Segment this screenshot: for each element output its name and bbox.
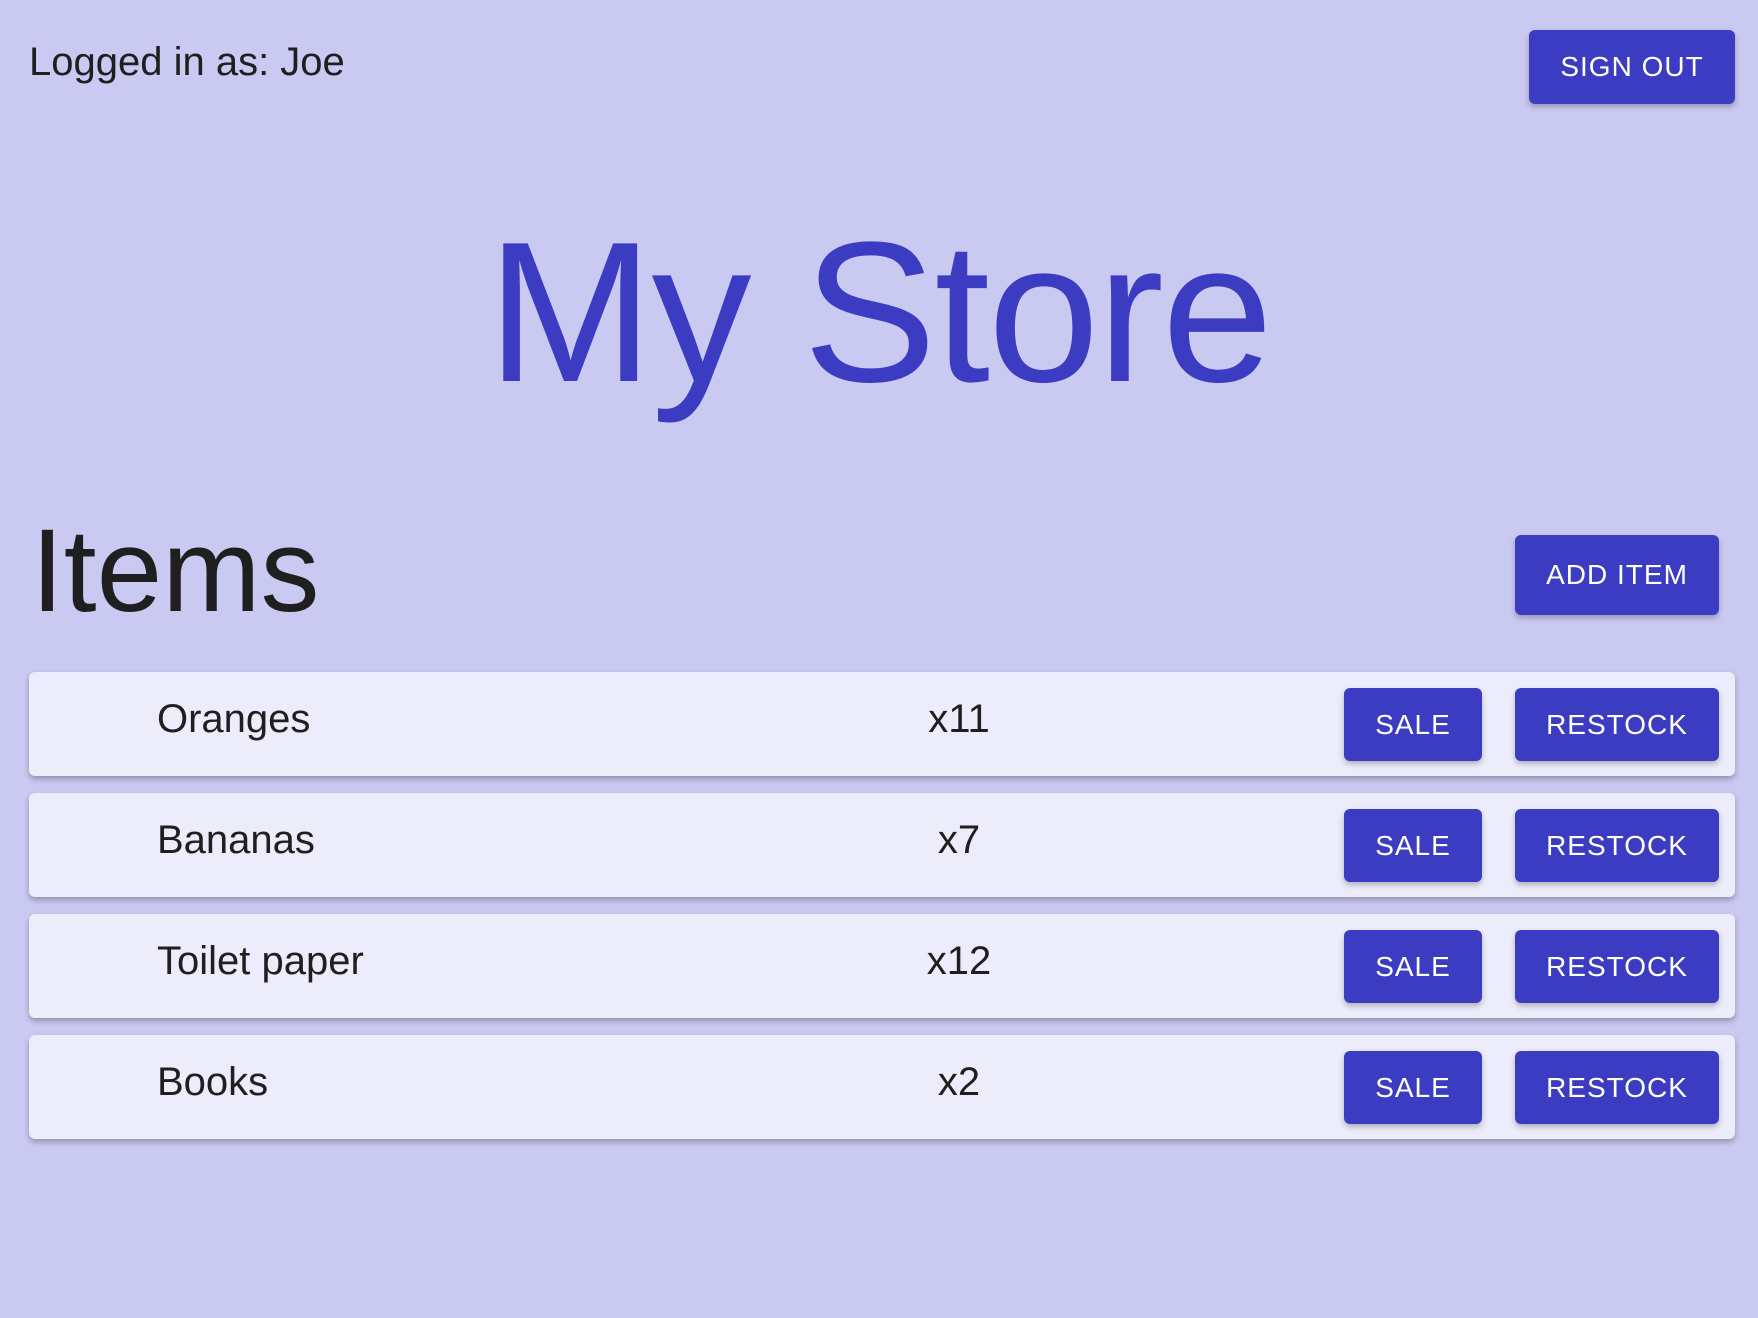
item-row-bananas: Bananas x7 SALE RESTOCK [29,793,1735,897]
item-name: Oranges [157,697,311,741]
sign-out-button[interactable]: SIGN OUT [1529,30,1735,104]
logged-in-label: Logged in as: Joe [29,40,345,84]
add-item-button[interactable]: ADD ITEM [1515,535,1719,615]
top-bar: Logged in as: Joe SIGN OUT [0,0,1758,120]
sale-button[interactable]: SALE [1344,1051,1482,1124]
restock-button[interactable]: RESTOCK [1515,688,1719,761]
item-quantity: x12 [926,939,992,983]
item-quantity: x2 [937,1060,981,1104]
items-list: Oranges x11 SALE RESTOCK Bananas x7 SALE… [29,672,1735,1156]
items-heading: Items [31,505,320,637]
store-title: My Store [486,201,1273,424]
sale-button[interactable]: SALE [1344,688,1482,761]
item-name: Toilet paper [157,939,364,983]
item-quantity: x7 [937,818,981,862]
sale-button[interactable]: SALE [1344,809,1482,882]
item-row-oranges: Oranges x11 SALE RESTOCK [29,672,1735,776]
restock-button[interactable]: RESTOCK [1515,930,1719,1003]
sale-button[interactable]: SALE [1344,930,1482,1003]
page: { "header": { "logged_in_text": "Logged … [0,0,1758,1318]
restock-button[interactable]: RESTOCK [1515,809,1719,882]
item-name: Books [157,1060,269,1104]
item-row-toilet-paper: Toilet paper x12 SALE RESTOCK [29,914,1735,1018]
item-quantity: x11 [928,697,990,741]
item-name: Bananas [157,818,315,862]
restock-button[interactable]: RESTOCK [1515,1051,1719,1124]
item-row-books: Books x2 SALE RESTOCK [29,1035,1735,1139]
